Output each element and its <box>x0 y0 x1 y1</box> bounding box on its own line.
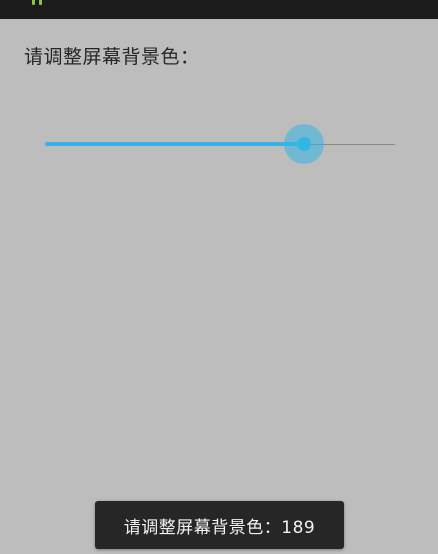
seekbar-thumb-core <box>297 137 312 151</box>
toast-text: 请调整屏幕背景色：189 <box>123 517 316 538</box>
seekbar-thumb[interactable] <box>284 124 325 164</box>
seekbar-progress <box>45 142 305 146</box>
android-notification-icon <box>32 0 46 6</box>
status-bar <box>0 0 438 19</box>
prompt-label: 请调整屏幕背景色： <box>24 46 200 68</box>
toast-message: 请调整屏幕背景色：189 <box>95 501 344 549</box>
color-seekbar[interactable] <box>45 124 395 164</box>
